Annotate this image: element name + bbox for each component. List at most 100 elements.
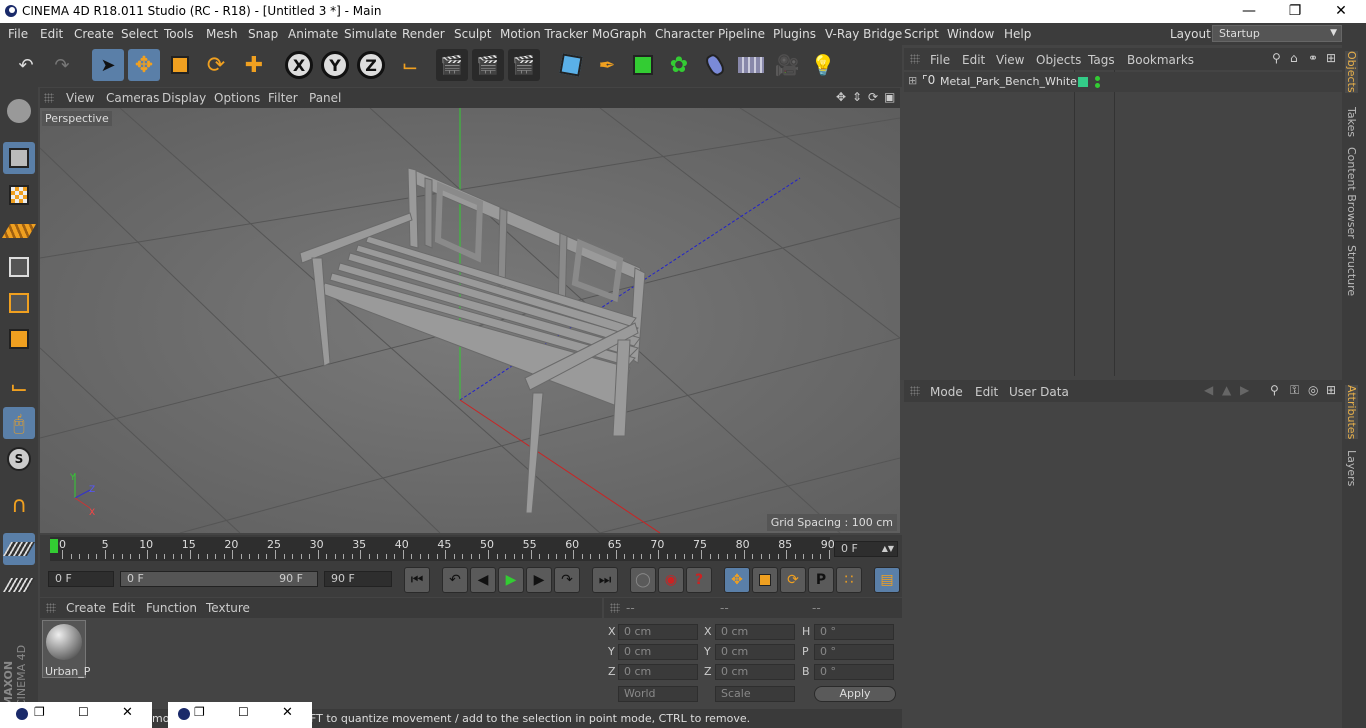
minimized-window-1[interactable]: ❐ ☐ ✕ (0, 702, 152, 728)
maximize-icon[interactable]: ☐ (78, 705, 89, 719)
pos-z-field[interactable]: 0 cm (618, 664, 698, 680)
edges-mode-button[interactable] (3, 287, 35, 319)
record-scale-button[interactable] (752, 567, 778, 593)
new-panel-icon[interactable]: ⊞ (1326, 51, 1336, 65)
timeline-ruler[interactable]: 0 5 10 15 20 25 30 35 40 45 50 55 60 65 70 75 80 85 90 0 F… (40, 535, 902, 563)
size-x-field[interactable]: 0 cm (715, 624, 795, 640)
tab-attributes[interactable]: Attributes (1345, 385, 1358, 440)
tab-takes[interactable]: Takes (1345, 107, 1358, 137)
next-key-button[interactable]: ↷ (554, 567, 580, 593)
next-frame-button[interactable]: ▶ (526, 567, 552, 593)
material-menu-texture[interactable]: Texture (206, 601, 250, 615)
layout-dropdown[interactable]: Startup ▼ (1212, 25, 1342, 42)
workplane-lock-button[interactable] (2, 533, 36, 565)
viewport-menu-view[interactable]: View (66, 91, 94, 105)
pen-spline-button[interactable]: ✒ (591, 49, 623, 81)
go-to-start-button[interactable]: ⏮ (404, 567, 430, 593)
menu-window[interactable]: Window (947, 27, 994, 41)
close-icon[interactable]: ✕ (282, 705, 293, 720)
record-parameter-button[interactable]: P (808, 567, 834, 593)
motion-record-button[interactable]: ◯ (630, 567, 656, 593)
viewport[interactable]: Y Z X Perspective Grid Spacing : 100 cm (40, 108, 900, 533)
tab-objects[interactable]: Objects (1345, 51, 1358, 93)
solo-button[interactable]: S (3, 443, 35, 475)
snap-button[interactable]: ∩ (3, 489, 35, 521)
cloner-button[interactable]: ✿ (663, 49, 695, 81)
link-icon[interactable]: ⚭ (1308, 51, 1318, 65)
viewport-menu-options[interactable]: Options (214, 91, 260, 105)
orbit-icon[interactable]: ⟳ (868, 90, 878, 104)
search-icon[interactable]: ⚲ (1272, 51, 1281, 65)
subdivision-button[interactable] (627, 49, 659, 81)
pos-y-field[interactable]: 0 cm (618, 644, 698, 660)
menu-snap[interactable]: Snap (248, 27, 278, 41)
polygons-mode-button[interactable] (3, 323, 35, 355)
cube-button[interactable] (555, 49, 587, 81)
restore-icon[interactable]: ❐ (34, 705, 45, 719)
render-picture-viewer-button[interactable]: 🎬 (472, 49, 504, 81)
minimized-window-2[interactable]: ❐ ☐ ✕ (168, 702, 312, 728)
model-mode-button[interactable] (3, 142, 35, 174)
scale-tool-button[interactable] (164, 49, 196, 81)
minimize-button[interactable]: — (1226, 1, 1272, 21)
object-menu-file[interactable]: File (930, 53, 950, 67)
undo-button[interactable]: ↶ (10, 49, 42, 81)
back-arrow-icon[interactable]: ◀ (1204, 383, 1213, 397)
object-name[interactable]: Metal_Park_Bench_White (940, 75, 1077, 88)
menu-vray-bridge[interactable]: V-Ray Bridge (825, 27, 902, 41)
up-arrow-icon[interactable]: ▲ (1222, 383, 1231, 397)
y-axis-lock-button[interactable]: Y (321, 51, 349, 79)
search-icon[interactable]: ⚲ (1270, 383, 1279, 397)
rotate-tool-button[interactable]: ⟳ (200, 49, 232, 81)
menu-animate[interactable]: Animate (288, 27, 338, 41)
tab-content-browser[interactable]: Content Browser (1345, 147, 1358, 239)
lock-icon[interactable]: ⚿ (1290, 383, 1299, 398)
new-panel-icon[interactable]: ⊞ (1326, 383, 1336, 397)
x-axis-lock-button[interactable]: X (285, 51, 313, 79)
menu-motion-tracker[interactable]: Motion Tracker (500, 27, 588, 41)
home-icon[interactable]: ⌂ (1290, 51, 1298, 65)
record-pla-button[interactable]: ∷ (836, 567, 862, 593)
render-settings-button[interactable]: 🎬 (508, 49, 540, 81)
rot-h-field[interactable]: 0 ° (814, 624, 894, 640)
panel-grip-icon[interactable] (44, 93, 54, 103)
menu-mograph[interactable]: MoGraph (592, 27, 647, 41)
dolly-icon[interactable]: ⇕ (852, 90, 862, 104)
coordinate-space-select[interactable]: World (618, 686, 698, 702)
viewport-menu-filter[interactable]: Filter (268, 91, 298, 105)
render-visibility-dot[interactable] (1095, 83, 1100, 88)
play-button[interactable]: ▶ (498, 567, 524, 593)
previous-frame-button[interactable]: ◀ (470, 567, 496, 593)
menu-create[interactable]: Create (74, 27, 114, 41)
current-frame-field[interactable]: 0 F ▲▼ (834, 541, 898, 557)
material-swatch[interactable]: Urban_P (42, 620, 90, 678)
playhead[interactable] (50, 539, 58, 553)
end-frame-field[interactable]: 90 F (324, 571, 392, 587)
attr-menu-mode[interactable]: Mode (930, 385, 963, 399)
texture-mode-button[interactable] (3, 179, 35, 211)
points-mode-button[interactable] (3, 251, 35, 283)
size-y-field[interactable]: 0 cm (715, 644, 795, 660)
start-frame-field[interactable]: 0 F (48, 571, 114, 587)
maximize-icon[interactable]: ☐ (238, 705, 249, 719)
object-row[interactable]: ⊞ ⌜0 Metal_Park_Bench_White (904, 72, 1342, 92)
menu-file[interactable]: File (8, 27, 28, 41)
menu-edit[interactable]: Edit (40, 27, 63, 41)
locked-workplane-button[interactable] (2, 569, 36, 601)
menu-character[interactable]: Character (655, 27, 714, 41)
recent-tool-button[interactable]: ✚ (238, 49, 270, 81)
forward-arrow-icon[interactable]: ▶ (1240, 383, 1249, 397)
panel-grip-icon[interactable] (46, 603, 56, 613)
object-menu-bookmarks[interactable]: Bookmarks (1127, 53, 1194, 67)
render-view-button[interactable]: 🎬 (436, 49, 468, 81)
menu-tools[interactable]: Tools (164, 27, 194, 41)
rot-b-field[interactable]: 0 ° (814, 664, 894, 680)
menu-plugins[interactable]: Plugins (773, 27, 816, 41)
record-button[interactable]: ◉ (658, 567, 684, 593)
close-icon[interactable]: ✕ (122, 705, 133, 720)
move-tool-button[interactable]: ✥ (128, 49, 160, 81)
menu-render[interactable]: Render (402, 27, 445, 41)
apply-button[interactable]: Apply (814, 686, 896, 702)
pan-icon[interactable]: ✥ (836, 90, 846, 104)
tab-layers[interactable]: Layers (1345, 450, 1358, 486)
